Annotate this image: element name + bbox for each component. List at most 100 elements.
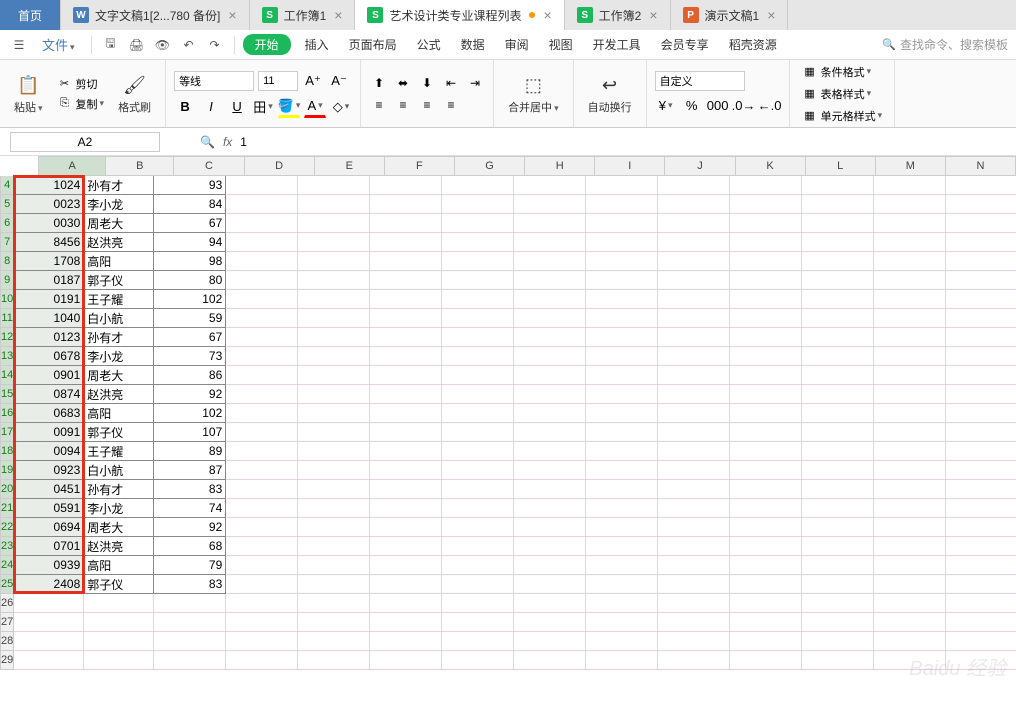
align-justify-icon[interactable]: ≡: [441, 96, 461, 114]
decrease-decimal-icon[interactable]: ←.0: [759, 95, 781, 117]
cell[interactable]: [370, 176, 442, 195]
row-header[interactable]: 7: [0, 233, 14, 252]
cell[interactable]: [946, 290, 1016, 309]
cell[interactable]: 67: [154, 214, 226, 233]
cell[interactable]: 8456: [14, 233, 84, 252]
cell[interactable]: [730, 347, 802, 366]
cell[interactable]: [946, 309, 1016, 328]
cell[interactable]: [298, 461, 370, 480]
menu-item[interactable]: 视图: [539, 38, 583, 52]
cell[interactable]: [730, 480, 802, 499]
cell[interactable]: 高阳: [84, 556, 154, 575]
cell[interactable]: [226, 214, 298, 233]
font-size-select[interactable]: [258, 71, 298, 91]
cell[interactable]: [442, 252, 514, 271]
cell[interactable]: [586, 423, 658, 442]
cell[interactable]: [586, 347, 658, 366]
wrap-text-button[interactable]: ↩ 自动换行: [582, 71, 638, 117]
cell[interactable]: [442, 480, 514, 499]
cell[interactable]: [802, 252, 874, 271]
cell[interactable]: [658, 556, 730, 575]
cell[interactable]: [874, 575, 946, 594]
cell[interactable]: 孙有才: [84, 328, 154, 347]
cell[interactable]: [226, 328, 298, 347]
cell[interactable]: [802, 195, 874, 214]
cell[interactable]: [298, 252, 370, 271]
cell[interactable]: 86: [154, 366, 226, 385]
cell[interactable]: [514, 613, 586, 632]
cell[interactable]: [946, 632, 1016, 651]
cell[interactable]: [946, 461, 1016, 480]
column-header[interactable]: A: [38, 156, 106, 176]
cell[interactable]: 0191: [14, 290, 84, 309]
cell[interactable]: 79: [154, 556, 226, 575]
cell[interactable]: 68: [154, 537, 226, 556]
cell[interactable]: [802, 176, 874, 195]
cell[interactable]: [442, 347, 514, 366]
cell[interactable]: [514, 404, 586, 423]
cell[interactable]: [226, 252, 298, 271]
cell[interactable]: 0187: [14, 271, 84, 290]
preview-icon[interactable]: 👁: [152, 34, 174, 56]
row-header[interactable]: 10: [0, 290, 14, 309]
cell[interactable]: [370, 290, 442, 309]
cell[interactable]: [730, 575, 802, 594]
align-bottom-icon[interactable]: ⬇: [417, 74, 437, 92]
cell[interactable]: [874, 214, 946, 233]
font-color-button[interactable]: A: [304, 96, 326, 118]
cell[interactable]: [298, 518, 370, 537]
cell[interactable]: 92: [154, 518, 226, 537]
cell[interactable]: [514, 233, 586, 252]
cell[interactable]: [802, 328, 874, 347]
cell[interactable]: [154, 613, 226, 632]
cell[interactable]: [14, 651, 84, 670]
cell[interactable]: [514, 195, 586, 214]
paste-button[interactable]: 📋 粘贴: [8, 71, 49, 117]
cell[interactable]: 周老大: [84, 366, 154, 385]
conditional-format-button[interactable]: ▦条件格式: [798, 63, 876, 81]
cell[interactable]: [946, 613, 1016, 632]
row-header[interactable]: 16: [0, 404, 14, 423]
cell[interactable]: [802, 347, 874, 366]
cell[interactable]: 1024: [14, 176, 84, 195]
cell[interactable]: [514, 442, 586, 461]
cell[interactable]: [442, 518, 514, 537]
cell[interactable]: [802, 518, 874, 537]
cell[interactable]: [730, 423, 802, 442]
cell[interactable]: [586, 176, 658, 195]
cell[interactable]: 67: [154, 328, 226, 347]
cell[interactable]: [442, 594, 514, 613]
cell[interactable]: [730, 651, 802, 670]
app-menu-icon[interactable]: ☰: [8, 34, 30, 56]
cell[interactable]: [370, 499, 442, 518]
column-header[interactable]: D: [245, 156, 315, 176]
cell[interactable]: 0701: [14, 537, 84, 556]
cell[interactable]: [442, 461, 514, 480]
cell[interactable]: [442, 309, 514, 328]
cell[interactable]: 赵洪亮: [84, 233, 154, 252]
cell[interactable]: [298, 423, 370, 442]
row-header[interactable]: 6: [0, 214, 14, 233]
cell[interactable]: [586, 461, 658, 480]
zoom-icon[interactable]: 🔍: [200, 135, 215, 149]
cell[interactable]: [802, 385, 874, 404]
cell[interactable]: 107: [154, 423, 226, 442]
row-header[interactable]: 23: [0, 537, 14, 556]
undo-icon[interactable]: ↶: [178, 34, 200, 56]
cell[interactable]: [370, 537, 442, 556]
increase-decimal-icon[interactable]: .0→: [733, 95, 755, 117]
cell[interactable]: [298, 347, 370, 366]
cell[interactable]: [84, 594, 154, 613]
menu-item[interactable]: 页面布局: [339, 38, 407, 52]
cell[interactable]: 89: [154, 442, 226, 461]
column-header[interactable]: H: [525, 156, 595, 176]
cell[interactable]: 赵洪亮: [84, 537, 154, 556]
cell[interactable]: [226, 271, 298, 290]
cell[interactable]: [226, 309, 298, 328]
cell[interactable]: [730, 366, 802, 385]
cell[interactable]: [442, 214, 514, 233]
cell[interactable]: [946, 575, 1016, 594]
cell[interactable]: [874, 404, 946, 423]
cell[interactable]: [226, 518, 298, 537]
cell[interactable]: [658, 632, 730, 651]
